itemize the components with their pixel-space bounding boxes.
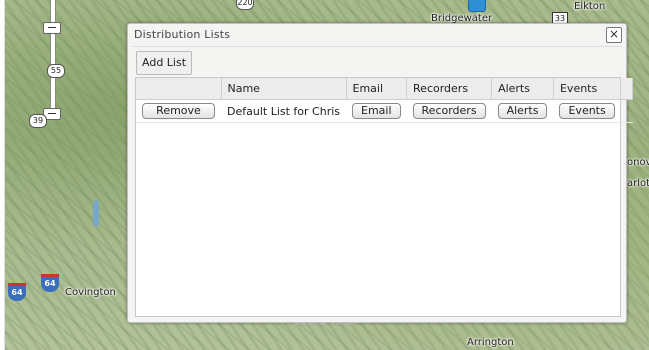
map-label-covington: Covington [65, 287, 116, 298]
title-divider [132, 46, 622, 47]
distribution-lists-table: Name Email Recorders Alerts Events Remov… [136, 78, 634, 123]
recorders-button[interactable]: Recorders [412, 103, 486, 119]
column-header-spacer [620, 78, 634, 100]
route-55-shield: 55 [47, 64, 65, 78]
cell-recorders: Recorders [406, 99, 492, 123]
map-location-marker-icon[interactable] [468, 0, 486, 12]
column-header-alerts[interactable]: Alerts [491, 78, 554, 100]
interstate-64-shield: 64 [8, 283, 26, 301]
route-220-shield: 220 [236, 0, 254, 10]
cell-alerts: Alerts [491, 99, 554, 123]
map-label-arrington: Arrington [467, 337, 514, 348]
cell-name: Default List for Chris [221, 99, 346, 123]
map-label-partial: onov [627, 157, 649, 168]
water-feature [93, 200, 99, 226]
email-button[interactable]: Email [352, 103, 401, 119]
remove-button[interactable]: Remove [142, 103, 215, 119]
table-row: Remove Default List for Chris Email Reco… [136, 99, 633, 123]
column-header-events[interactable]: Events [553, 78, 622, 100]
route-39-shield: 39 [29, 114, 47, 128]
cell-email: Email [346, 99, 407, 123]
alerts-button[interactable]: Alerts [497, 103, 548, 119]
cell-spacer [620, 99, 633, 123]
dialog-toolbar: Add List [135, 51, 619, 75]
map-label-elkton: Elkton [574, 1, 606, 12]
zoom-in-handle[interactable] [43, 22, 61, 34]
add-list-button[interactable]: Add List [136, 51, 193, 75]
distribution-lists-dialog: Distribution Lists × Add List Name Email… [127, 23, 634, 323]
events-button[interactable]: Events [559, 103, 615, 119]
dialog-title: Distribution Lists [134, 28, 231, 41]
map-zoom-slider[interactable] [50, 0, 56, 119]
map-label-partial: arlotte [627, 178, 649, 189]
interstate-64-shield: 64 [41, 274, 59, 292]
distribution-lists-grid: Name Email Recorders Alerts Events Remov… [135, 77, 634, 317]
column-header-recorders[interactable]: Recorders [406, 78, 493, 100]
column-header-email[interactable]: Email [346, 78, 408, 100]
column-header-actions [136, 78, 222, 100]
column-header-name[interactable]: Name [221, 78, 347, 100]
dialog-title-bar[interactable]: Distribution Lists × [128, 24, 626, 46]
cell-remove: Remove [136, 99, 221, 123]
close-icon[interactable]: × [606, 27, 622, 43]
cell-events: Events [553, 99, 621, 123]
table-header-row: Name Email Recorders Alerts Events [136, 78, 634, 100]
